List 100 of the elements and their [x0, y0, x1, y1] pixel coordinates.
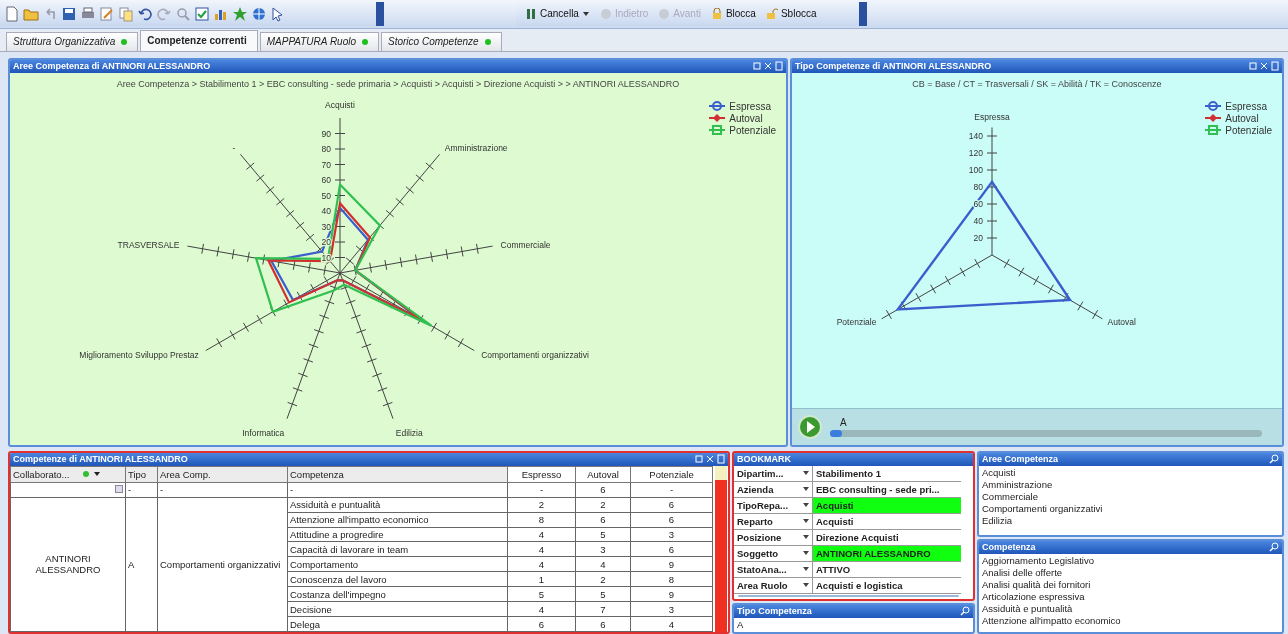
axis-label: Potenziale: [836, 316, 877, 327]
save-icon[interactable]: [61, 5, 77, 22]
filter-cell[interactable]: [10, 482, 126, 498]
column-header[interactable]: Tipo: [125, 466, 158, 483]
field-selector[interactable]: Azienda: [734, 481, 813, 497]
filter-cell[interactable]: -: [157, 482, 288, 498]
field-selector[interactable]: Area Ruolo: [734, 577, 813, 593]
caret-icon: [803, 487, 809, 492]
filter-cell[interactable]: -: [507, 482, 576, 498]
filter-cell[interactable]: 6: [575, 482, 631, 498]
column-header[interactable]: Espresso: [507, 466, 576, 483]
star-icon[interactable]: [232, 5, 248, 22]
table-cell: 5: [575, 527, 631, 542]
list-item[interactable]: Commerciale: [982, 490, 1279, 503]
list-item[interactable]: Attenzione all'impatto economico: [982, 614, 1279, 627]
tab[interactable]: Storico Competenze: [381, 31, 502, 51]
panel-title: Competenza: [982, 542, 1036, 553]
toolbar-button[interactable]: Sblocca: [762, 5, 820, 22]
table-cell: 2: [575, 571, 631, 587]
field-selector[interactable]: StatoAna...: [734, 561, 813, 577]
table-cell: 3: [575, 541, 631, 557]
toolbar-button[interactable]: Blocca: [707, 5, 759, 22]
search-icon[interactable]: [1269, 542, 1279, 553]
list-item[interactable]: Comportamenti organizzativi: [982, 502, 1279, 515]
column-header[interactable]: Area Comp.: [157, 466, 288, 483]
axis-label: Autoval: [1107, 316, 1136, 327]
panel-title: BOOKMARK: [737, 454, 791, 465]
axis-label: Informatica: [242, 427, 285, 438]
list-item[interactable]: Assiduità e puntualità: [982, 602, 1279, 615]
toolbar-grip[interactable]: [376, 1, 384, 26]
globe-icon[interactable]: [251, 5, 267, 22]
toolbar-button[interactable]: Cancella: [522, 5, 593, 22]
bars-icon: [525, 7, 537, 20]
tab[interactable]: Struttura Organizzativa: [6, 31, 139, 51]
filter-cell[interactable]: -: [125, 482, 158, 498]
legend-label: Espressa: [729, 100, 771, 112]
list-item[interactable]: Analisi qualità dei fornitori: [982, 578, 1279, 591]
list-item[interactable]: Analisi delle offerte: [982, 566, 1279, 579]
tick-label: 140: [968, 130, 983, 141]
caret-icon: [803, 503, 809, 508]
column-header[interactable]: Autoval: [575, 466, 631, 483]
window-controls-icon[interactable]: [753, 61, 783, 72]
scrollbar[interactable]: [715, 465, 727, 632]
tab[interactable]: MAPPATURA Ruolo: [259, 31, 380, 51]
axis-label: Acquisti: [325, 99, 355, 110]
slider-thumb[interactable]: [830, 429, 842, 437]
list-item[interactable]: Amministrazione: [982, 478, 1279, 491]
field-value[interactable]: Direzione Acquisti: [813, 529, 961, 545]
filter-icon[interactable]: [115, 485, 123, 494]
document-icon[interactable]: [4, 5, 20, 22]
caret-icon: [803, 471, 809, 476]
column-header[interactable]: Collaborato...: [10, 466, 126, 483]
axis-label: Espressa: [974, 111, 1010, 122]
column-header[interactable]: Competenza: [287, 466, 508, 483]
lock-icon: [710, 7, 723, 20]
column-header[interactable]: Potenziale: [630, 466, 713, 483]
tick-label: 50: [321, 190, 331, 201]
slider-track[interactable]: [830, 429, 1262, 437]
circle-icon: [599, 7, 612, 20]
list-item[interactable]: Acquisti: [982, 466, 1279, 479]
field-value[interactable]: Acquisti: [813, 513, 961, 529]
checkbox-icon[interactable]: [194, 5, 210, 22]
window-controls-icon[interactable]: [695, 454, 725, 465]
legend-label: Potenziale: [1225, 124, 1272, 136]
field-value[interactable]: EBC consulting - sede pri...: [813, 481, 961, 497]
filter-cell[interactable]: -: [287, 482, 508, 498]
table-cell: 8: [630, 571, 713, 587]
axis-label: Commerciale: [500, 239, 551, 250]
panel-title: Competenze di ANTINORI ALESSANDRO: [13, 454, 188, 465]
field-selector[interactable]: Posizione: [734, 529, 813, 545]
pencil-icon[interactable]: [99, 5, 115, 22]
field-value[interactable]: Stabilimento 1: [813, 465, 961, 481]
toolbar-grip[interactable]: [859, 1, 867, 26]
field-value[interactable]: Acquisti e logistica: [813, 577, 961, 593]
filter-cell[interactable]: -: [630, 482, 713, 498]
legend-label: Autoval: [1225, 112, 1259, 124]
list-item[interactable]: Articolazione espressiva: [982, 590, 1279, 603]
legend-label: Espressa: [1225, 100, 1267, 112]
scrollbar[interactable]: [738, 594, 959, 597]
window-controls-icon[interactable]: [1249, 61, 1279, 72]
search-icon[interactable]: [960, 606, 970, 617]
list-item[interactable]: A: [737, 618, 970, 631]
axis-label: Miglioramento Sviluppo Prestaz: [79, 349, 199, 360]
caret-icon: [803, 551, 809, 556]
table-cell: 6: [575, 616, 631, 632]
unlock-icon: [765, 7, 778, 20]
list-item[interactable]: Edilizia: [982, 514, 1279, 527]
play-button[interactable]: [798, 414, 822, 439]
search-icon[interactable]: [1269, 454, 1279, 465]
field-selector[interactable]: Dipartim...: [734, 465, 813, 481]
sort-icon[interactable]: [82, 469, 103, 478]
field-selector[interactable]: Reparto: [734, 513, 813, 529]
tab[interactable]: Competenze correnti: [140, 29, 258, 51]
table-cell: 6: [630, 497, 713, 513]
legend-label: Autoval: [729, 112, 763, 124]
tick-label: 100: [968, 164, 983, 175]
tick-label: 70: [321, 159, 331, 170]
field-value[interactable]: ATTIVO: [813, 561, 961, 577]
table-cell: 6: [630, 541, 713, 557]
list-item[interactable]: Aggiornamento Legislativo: [982, 554, 1279, 567]
